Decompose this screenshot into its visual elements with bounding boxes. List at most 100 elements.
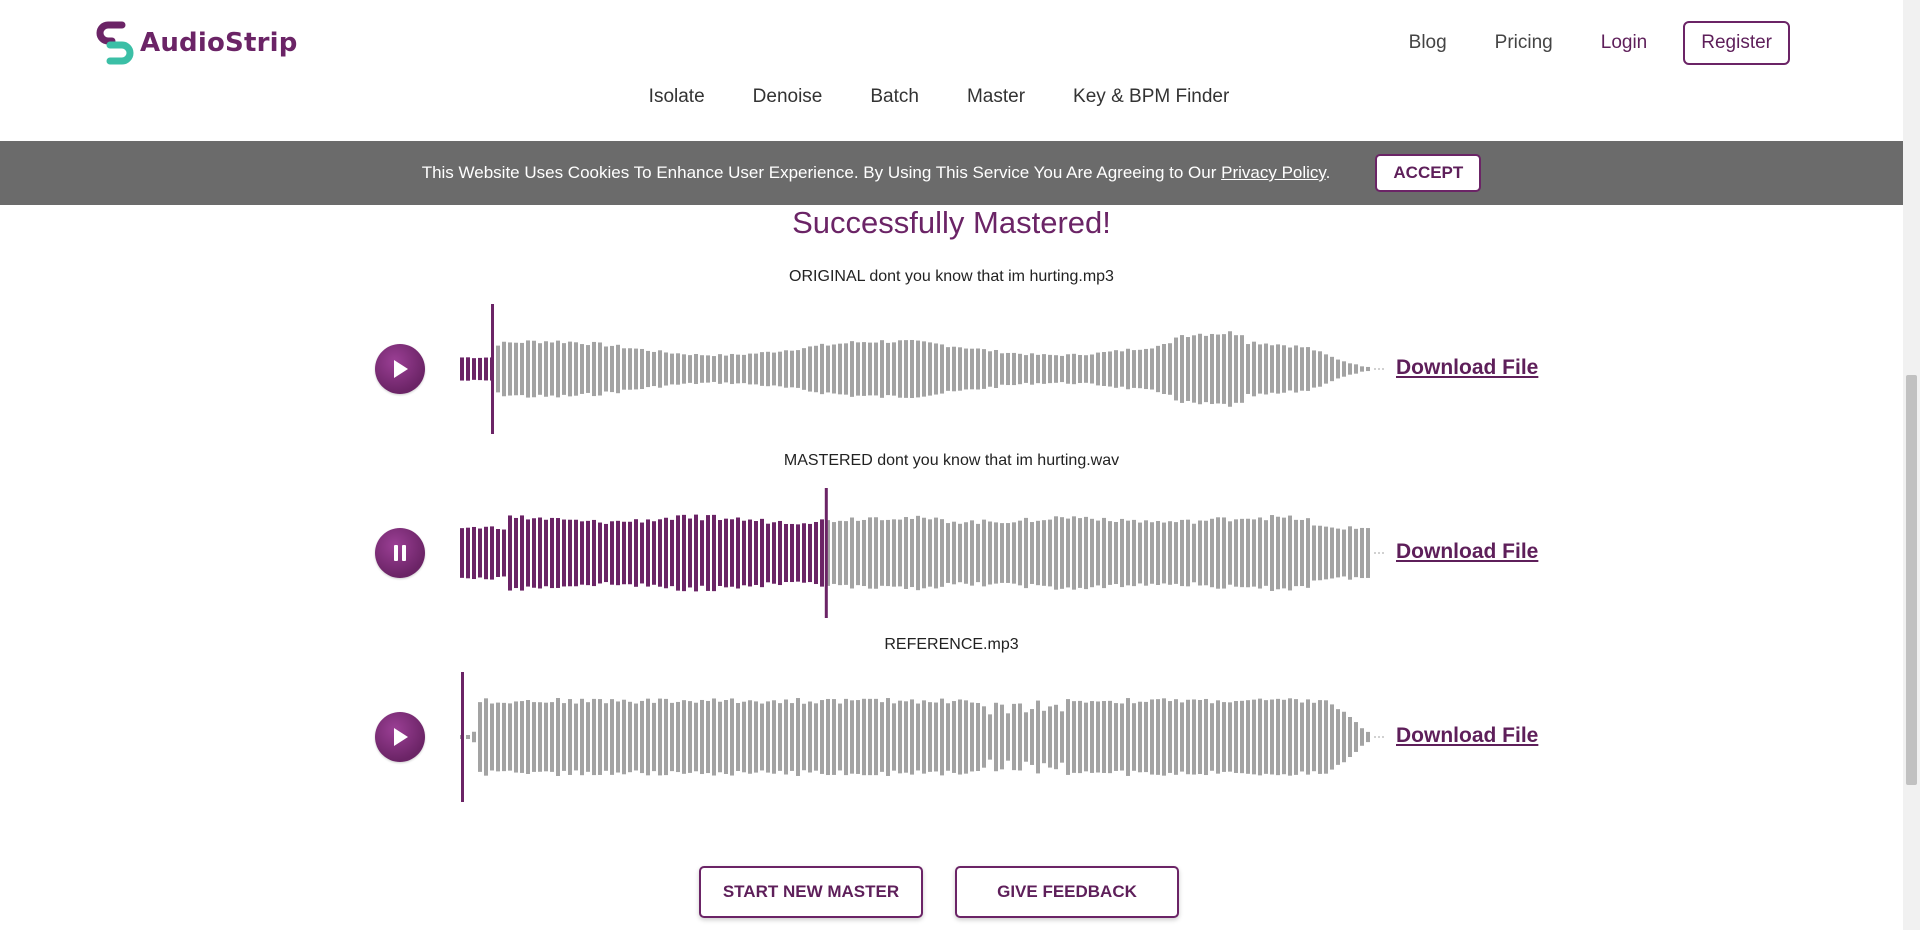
waveform-bar (1024, 712, 1028, 762)
waveform-bar (1240, 335, 1244, 403)
waveform[interactable] (460, 488, 1390, 618)
logo[interactable]: AudioStrip (96, 21, 298, 65)
waveform-bar (718, 354, 722, 384)
waveform-bar (802, 523, 806, 583)
waveform-bar (1150, 522, 1154, 584)
waveform-bar (1078, 518, 1082, 588)
waveform-bar (550, 702, 554, 772)
waveform-bar (808, 346, 812, 392)
nav-isolate[interactable]: Isolate (649, 86, 705, 108)
waveform-bar (1354, 528, 1358, 578)
accept-cookies-button[interactable]: ACCEPT (1375, 154, 1482, 192)
playhead[interactable] (461, 672, 464, 802)
waveform-bar (832, 522, 836, 584)
register-button[interactable]: Register (1683, 21, 1790, 65)
waveform-bar (736, 703, 740, 771)
nav-batch[interactable]: Batch (870, 86, 919, 108)
nav-key-bpm-finder[interactable]: Key & BPM Finder (1073, 86, 1229, 108)
waveform-bar (748, 700, 752, 774)
waveform-bar (796, 698, 800, 776)
waveform-bar (952, 521, 956, 585)
waveform-bar (586, 702, 590, 772)
waveform-bar (1024, 355, 1028, 383)
waveform-bar (1078, 700, 1082, 774)
waveform-bar (1096, 352, 1100, 386)
waveform-bar (1138, 522, 1142, 584)
waveform-bar (898, 700, 902, 774)
waveform-bar (1294, 345, 1298, 393)
scrollbar[interactable] (1903, 0, 1920, 930)
waveform-bar (772, 522, 776, 584)
waveform-bar (1048, 519, 1052, 587)
waveform-bar (748, 519, 752, 587)
play-button[interactable] (375, 344, 425, 394)
waveform-bar (1228, 702, 1232, 772)
waveform-bar (1258, 698, 1262, 776)
waveform-bar (472, 358, 476, 380)
waveform-bar (1114, 703, 1118, 771)
waveform-bar (1246, 700, 1250, 774)
waveform-bar (1174, 522, 1178, 584)
waveform[interactable] (460, 672, 1390, 802)
waveform-bar (1312, 702, 1316, 772)
waveform-bar (976, 348, 980, 390)
download-file-link[interactable]: Download File (1396, 356, 1538, 380)
waveform-bar (484, 698, 488, 776)
waveform-bar (880, 340, 884, 398)
waveform-bar (628, 521, 632, 585)
start-new-master-button[interactable]: START NEW MASTER (699, 866, 923, 918)
waveform-bar (1186, 337, 1190, 401)
waveform-bar (832, 344, 836, 394)
waveform-bar (898, 519, 902, 587)
waveform-bar (1270, 515, 1274, 591)
waveform-bar (1096, 701, 1100, 773)
waveform-bar (748, 353, 752, 385)
give-feedback-button[interactable]: GIVE FEEDBACK (955, 866, 1179, 918)
waveform-bar (1090, 701, 1094, 773)
waveform[interactable] (460, 304, 1390, 434)
waveform-bar (1180, 702, 1184, 772)
playhead[interactable] (824, 488, 828, 618)
waveform-bar (478, 702, 482, 772)
waveform-bar (682, 700, 686, 774)
privacy-policy-link[interactable]: Privacy Policy (1221, 163, 1326, 182)
waveform-bar (1102, 352, 1106, 386)
waveform-bar (772, 352, 776, 386)
nav-denoise[interactable]: Denoise (753, 86, 823, 108)
waveform-bar (928, 342, 932, 396)
nav-master[interactable]: Master (967, 86, 1025, 108)
playhead[interactable] (491, 304, 495, 434)
waveform-bar (1144, 520, 1148, 586)
nav-login[interactable]: Login (1601, 32, 1648, 54)
scrollbar-thumb[interactable] (1906, 375, 1917, 785)
waveform-bar (970, 348, 974, 390)
waveform-bar (1090, 518, 1094, 588)
waveform-bar (1120, 351, 1124, 387)
play-button[interactable] (375, 712, 425, 762)
nav-pricing[interactable]: Pricing (1495, 32, 1553, 54)
track-label-original: ORIGINAL dont you know that im hurting.m… (789, 268, 1114, 285)
waveform-bar (1138, 701, 1142, 773)
waveform-bar (976, 702, 980, 772)
download-file-link[interactable]: Download File (1396, 540, 1538, 564)
waveform-bar (1150, 699, 1154, 775)
nav-blog[interactable]: Blog (1409, 32, 1447, 54)
waveform-bar (856, 342, 860, 396)
waveform-bar (1180, 519, 1184, 587)
waveform-bar (562, 343, 566, 395)
pause-button[interactable] (375, 528, 425, 578)
waveform-bar (718, 701, 722, 773)
download-file-link[interactable]: Download File (1396, 724, 1538, 748)
waveform-bar (1336, 528, 1340, 578)
waveform-bar (790, 350, 794, 388)
waveform-bar (940, 519, 944, 587)
waveform-bar (532, 518, 536, 588)
waveform-bar (760, 352, 764, 386)
waveform-bar (784, 523, 788, 583)
waveform-bar (1012, 522, 1016, 584)
waveform-bar (532, 340, 536, 398)
waveform-bar (1318, 700, 1322, 774)
waveform-bar (1252, 341, 1256, 397)
waveform-bar (1072, 701, 1076, 773)
waveform-bar (634, 519, 638, 587)
